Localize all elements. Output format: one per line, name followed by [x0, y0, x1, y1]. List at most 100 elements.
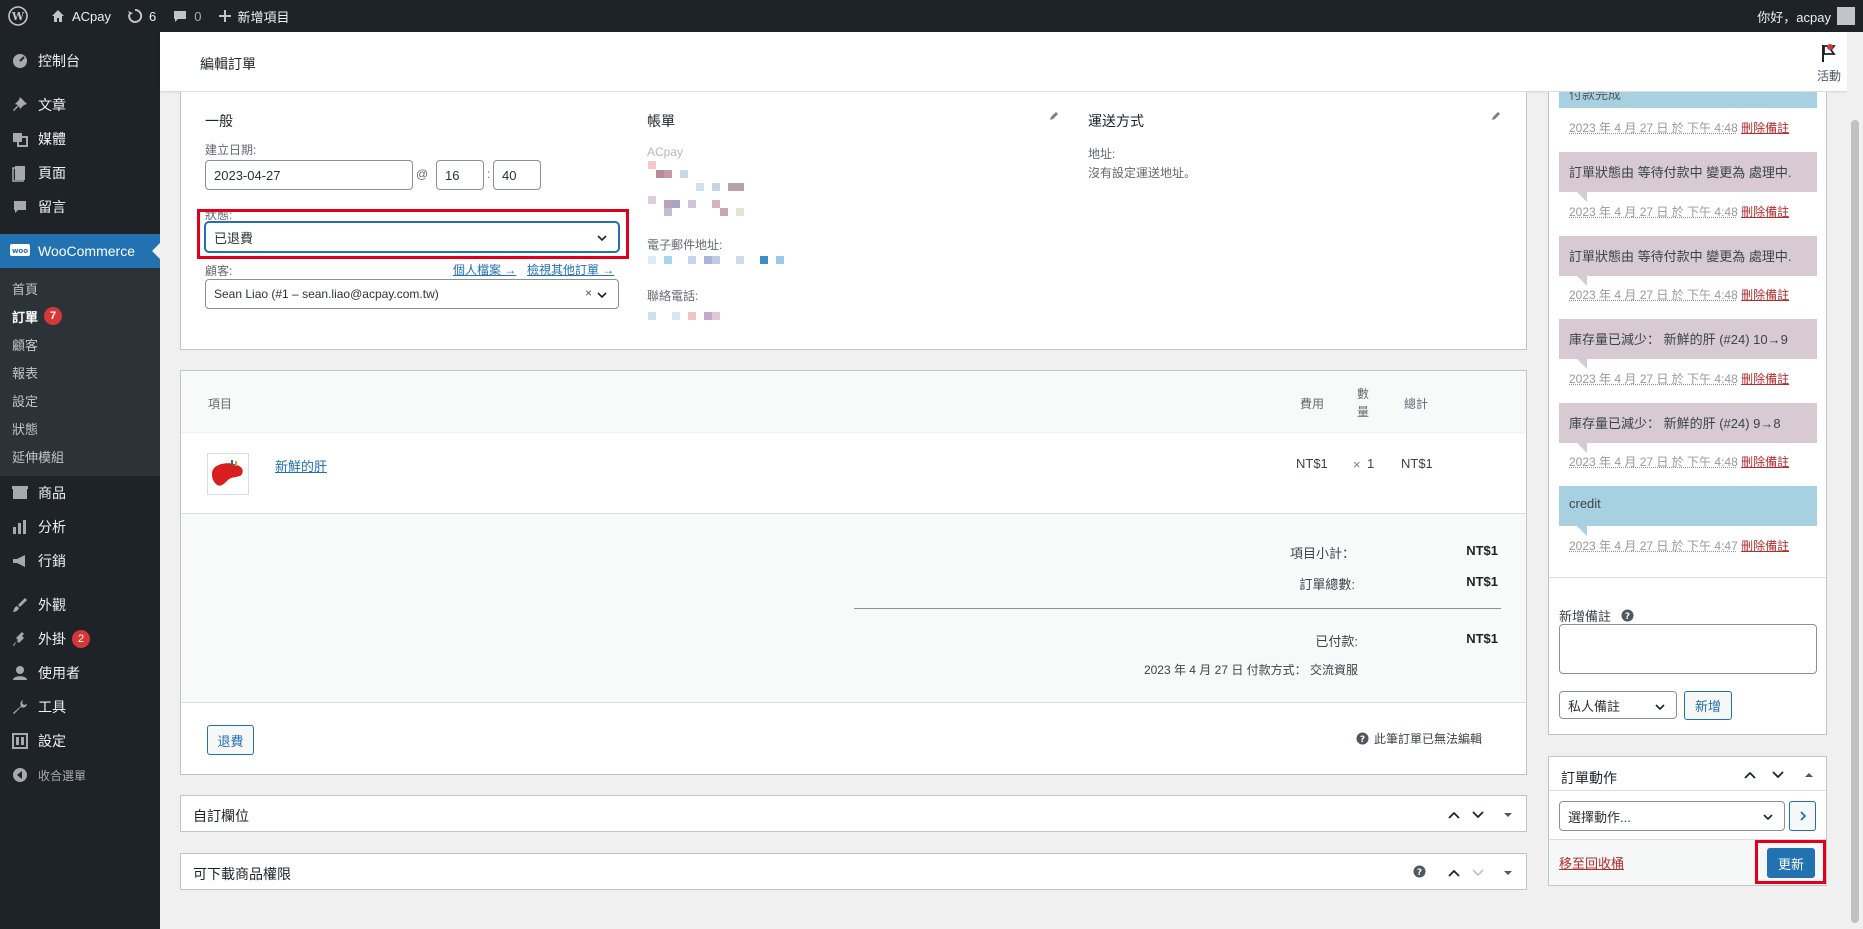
- scrollbar-thumb[interactable]: [1851, 120, 1859, 923]
- view-other-orders-link[interactable]: 檢視其他訂單 →: [527, 261, 614, 278]
- order-date-input[interactable]: 2023-04-27: [205, 160, 413, 190]
- menu-settings[interactable]: 設定: [0, 724, 160, 758]
- order-hour-input[interactable]: 16: [436, 160, 484, 190]
- updates-link[interactable]: 6: [119, 0, 164, 32]
- refund-button[interactable]: 退費: [207, 725, 254, 755]
- submenu-orders[interactable]: 訂單 7: [0, 302, 160, 330]
- note-meta: 2023 年 4 月 27 日 於 下午 4:48 刪除備註: [1569, 119, 1789, 136]
- plus-icon: [218, 10, 231, 22]
- customer-label: 顧客:: [205, 264, 233, 278]
- plugin-icon: [10, 629, 30, 649]
- menu-dashboard[interactable]: 控制台: [0, 44, 160, 78]
- chevron-up-icon[interactable]: [1447, 808, 1461, 822]
- menu-plugins[interactable]: 外掛 2: [0, 622, 160, 656]
- note-type-select[interactable]: 私人備註: [1559, 691, 1677, 719]
- updates-count: 6: [149, 8, 157, 24]
- order-total-value: NT$1: [1466, 574, 1498, 589]
- toggle-panel-icon[interactable]: [1503, 810, 1513, 820]
- menu-products[interactable]: 商品: [0, 476, 160, 510]
- svg-text:W: W: [11, 10, 25, 23]
- menu-tools[interactable]: 工具: [0, 690, 160, 724]
- new-content-link[interactable]: 新增項目: [210, 0, 298, 32]
- menu-label: 使用者: [38, 665, 80, 681]
- menu-woocommerce[interactable]: woo WooCommerce: [0, 234, 160, 268]
- custom-fields-panel[interactable]: 自訂欄位: [180, 795, 1527, 832]
- activity-button[interactable]: 活動: [1817, 42, 1841, 84]
- menu-media[interactable]: 媒體: [0, 122, 160, 156]
- menu-posts[interactable]: 文章: [0, 88, 160, 122]
- delete-note-link[interactable]: 刪除備註: [1741, 288, 1789, 302]
- apply-action-button[interactable]: [1789, 801, 1816, 831]
- order-minute-input[interactable]: 40: [493, 160, 541, 190]
- menu-collapse[interactable]: 收合選單: [0, 758, 160, 792]
- customer-profile-link[interactable]: 個人檔案 →: [453, 261, 516, 278]
- delete-note-link[interactable]: 刪除備註: [1741, 455, 1789, 469]
- menu-label: 控制台: [38, 53, 80, 69]
- delete-note-link[interactable]: 刪除備註: [1741, 205, 1789, 219]
- help-icon[interactable]: ?: [1621, 609, 1634, 622]
- chevron-down-icon[interactable]: [1471, 808, 1485, 822]
- note-date: 2023 年 4 月 27 日 於 下午 4:48: [1569, 372, 1738, 386]
- billing-company: ACpay: [647, 145, 684, 159]
- menu-label: 商品: [38, 485, 66, 501]
- note-text: credit: [1569, 496, 1601, 511]
- downloadable-permissions-panel[interactable]: 可下載商品權限 ?: [180, 853, 1527, 890]
- items-header-row: [181, 371, 1526, 433]
- menu-pages[interactable]: 頁面: [0, 156, 160, 190]
- page-scrollbar[interactable]: [1847, 32, 1863, 929]
- menu-label: 分析: [38, 519, 66, 535]
- menu-comments[interactable]: 留言: [0, 190, 160, 224]
- submenu-status[interactable]: 狀態: [0, 414, 160, 442]
- col-qty-header: 數量: [1357, 387, 1370, 419]
- menu-analytics[interactable]: 分析: [0, 510, 160, 544]
- chevron-down-icon[interactable]: [1771, 768, 1785, 782]
- delete-note-link[interactable]: 刪除備註: [1741, 121, 1789, 135]
- submenu-reports[interactable]: 報表: [0, 358, 160, 386]
- chevron-up-icon[interactable]: [1447, 866, 1461, 880]
- submenu-label: 設定: [12, 393, 39, 409]
- custom-fields-heading: 自訂欄位: [193, 808, 249, 824]
- submenu-extensions[interactable]: 延伸模組: [0, 442, 160, 470]
- order-total-label: 訂單總數:: [1299, 577, 1355, 592]
- order-action-select[interactable]: 選擇動作...: [1559, 801, 1785, 831]
- woocommerce-submenu: 首頁 訂單 7 顧客 報表 設定 狀態 延伸模組: [0, 268, 160, 476]
- chevron-up-icon[interactable]: [1743, 768, 1757, 782]
- item-cost: NT$1: [1296, 456, 1328, 471]
- my-account-link[interactable]: 你好，acpay: [1749, 0, 1863, 32]
- wordpress-logo-icon[interactable]: W: [0, 0, 42, 32]
- new-content-label: 新增項目: [237, 9, 290, 25]
- comments-link[interactable]: 0: [164, 0, 209, 32]
- toggle-panel-icon[interactable]: [1503, 868, 1513, 878]
- brush-icon: [10, 595, 30, 615]
- phone-label: 聯絡電話:: [647, 289, 699, 303]
- submenu-customers[interactable]: 顧客: [0, 330, 160, 358]
- subtotal-value: NT$1: [1466, 543, 1498, 558]
- delete-note-link[interactable]: 刪除備註: [1741, 372, 1789, 386]
- menu-appearance[interactable]: 外觀: [0, 588, 160, 622]
- customer-select[interactable]: Sean Liao (#1 – sean.liao@acpay.com.tw) …: [205, 279, 619, 309]
- product-name-link[interactable]: 新鮮的肝: [275, 456, 327, 475]
- menu-marketing[interactable]: 行銷: [0, 544, 160, 578]
- note-meta: 2023 年 4 月 27 日 於 下午 4:47 刪除備註: [1569, 537, 1789, 554]
- edit-shipping-icon[interactable]: [1490, 110, 1502, 122]
- move-to-trash-link[interactable]: 移至回收桶: [1559, 853, 1624, 872]
- add-note-button[interactable]: 新增: [1684, 691, 1732, 720]
- toggle-panel-icon[interactable]: [1804, 770, 1814, 780]
- site-name-link[interactable]: ACpay: [42, 0, 119, 32]
- add-note-textarea[interactable]: [1559, 624, 1817, 674]
- note-item: 訂單狀態由 等待付款中 變更為 處理中.: [1559, 152, 1817, 202]
- comment-icon: [174, 11, 187, 22]
- clear-customer-icon[interactable]: ×: [585, 286, 592, 300]
- submenu-settings[interactable]: 設定: [0, 386, 160, 414]
- help-icon[interactable]: ?: [1413, 865, 1426, 878]
- date-label: 建立日期:: [205, 143, 257, 157]
- note-meta: 2023 年 4 月 27 日 於 下午 4:48 刪除備註: [1569, 370, 1789, 387]
- note-date: 2023 年 4 月 27 日 於 下午 4:47: [1569, 539, 1738, 553]
- delete-note-link[interactable]: 刪除備註: [1741, 539, 1789, 553]
- edit-billing-icon[interactable]: [1048, 110, 1060, 122]
- submenu-home[interactable]: 首頁: [0, 274, 160, 302]
- menu-users[interactable]: 使用者: [0, 656, 160, 690]
- chevron-down-icon[interactable]: [1471, 866, 1485, 880]
- paid-meta: 2023 年 4 月 27 日 付款方式： 交流資服: [1143, 663, 1358, 677]
- order-hour-value: 16: [445, 167, 460, 183]
